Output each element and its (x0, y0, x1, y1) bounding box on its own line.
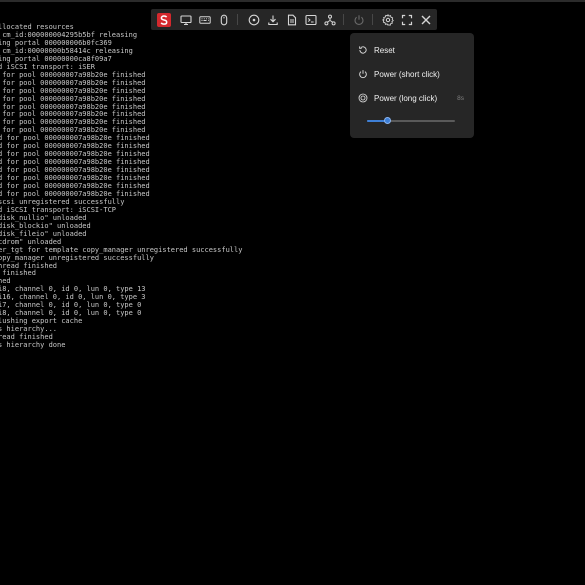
file-icon (287, 14, 296, 25)
toolbar-divider (372, 14, 373, 25)
toolbar-divider (237, 14, 238, 25)
mouse-icon (220, 14, 227, 25)
file-button[interactable] (283, 11, 300, 28)
download-icon (267, 15, 278, 25)
network-icon (323, 14, 336, 25)
power-icon (359, 70, 367, 79)
toolbar-divider (343, 14, 344, 25)
power-icon (353, 14, 364, 25)
power-menu: Reset Power (short click) Power (long cl… (350, 33, 474, 138)
terminal-icon (304, 14, 317, 25)
logo-icon (160, 15, 168, 25)
media-button[interactable] (245, 11, 262, 28)
mouse-button[interactable] (215, 11, 232, 28)
gear-icon (381, 13, 394, 26)
close-icon (421, 15, 430, 24)
reset-label: Reset (374, 45, 395, 55)
monitor-icon (179, 14, 192, 25)
fullscreen-icon (401, 14, 412, 25)
keyboard-icon (198, 15, 211, 24)
disc-icon (248, 14, 259, 25)
window-top-border (0, 0, 585, 2)
reset-icon (359, 46, 367, 54)
settings-button[interactable] (379, 11, 396, 28)
power-long-click-label: Power (long click) (374, 93, 438, 103)
logo-button[interactable] (157, 13, 171, 27)
keyboard-button[interactable] (196, 11, 213, 28)
close-button[interactable] (417, 11, 434, 28)
power-hold-icon (358, 93, 368, 103)
long-click-duration: 8s (457, 94, 464, 102)
download-button[interactable] (264, 11, 281, 28)
power-short-click-menu-item[interactable]: Power (short click) (358, 65, 468, 83)
display-button[interactable] (177, 11, 194, 28)
power-long-click-menu-item[interactable]: Power (long click) 8s (358, 89, 468, 107)
remote-console-toolbar (151, 9, 437, 30)
console-line: s hierarchy done (0, 341, 66, 349)
reset-menu-item[interactable]: Reset (358, 41, 468, 59)
fullscreen-button[interactable] (398, 11, 415, 28)
terminal-button[interactable] (302, 11, 319, 28)
power-short-click-label: Power (short click) (374, 69, 440, 79)
slider-knob[interactable] (384, 117, 392, 124)
hold-duration-slider[interactable] (367, 117, 455, 124)
power-button[interactable] (350, 11, 367, 28)
network-button[interactable] (321, 11, 338, 28)
console-screen[interactable]: llocated resources cm_id:000000004295b5b… (0, 21, 585, 585)
